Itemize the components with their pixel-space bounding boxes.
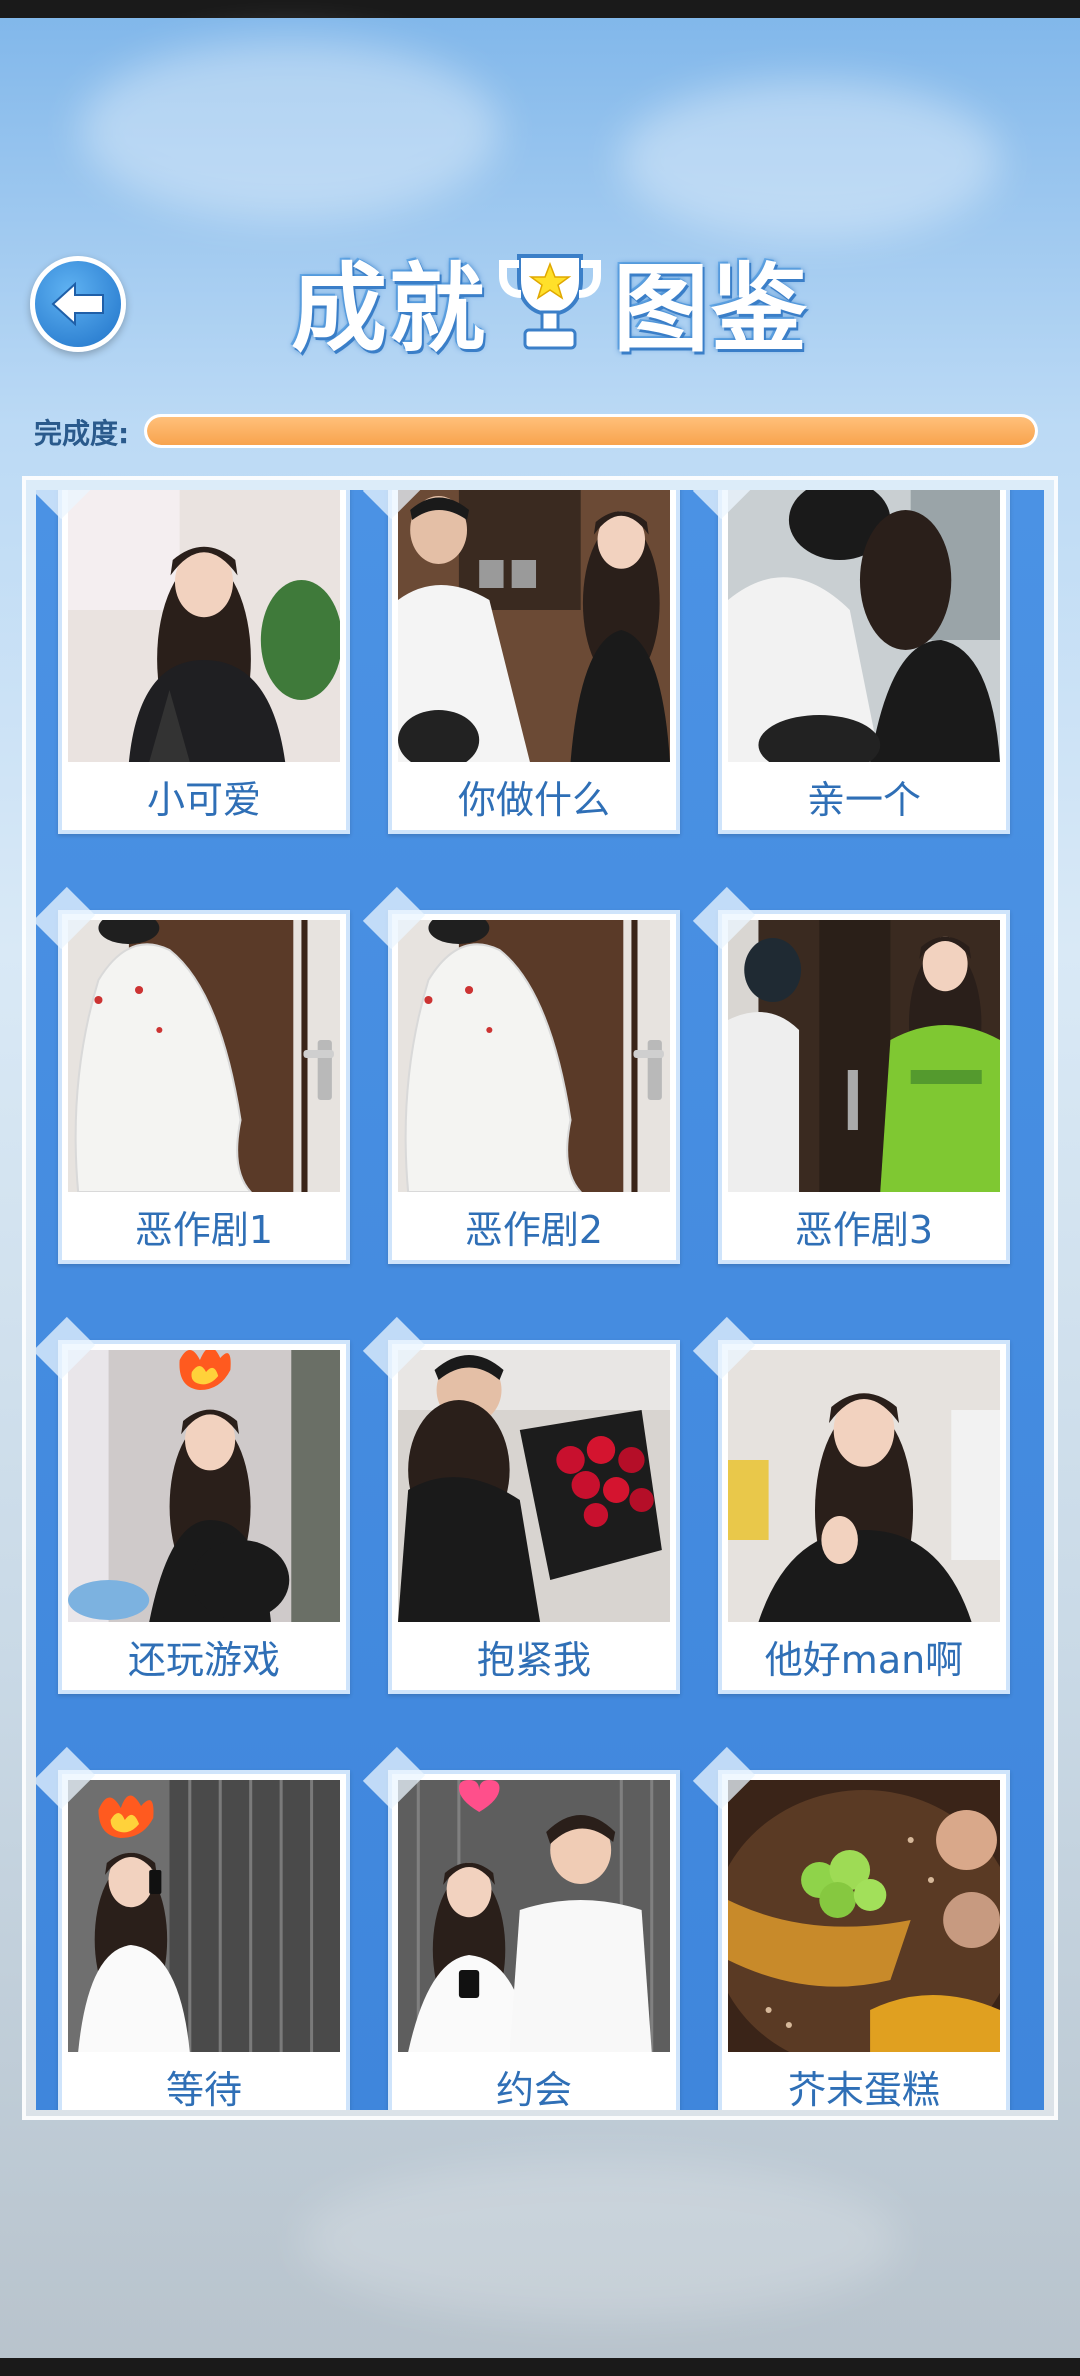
achievement-label: 亲一个 xyxy=(728,766,1000,826)
page-title: 成就 图鉴 xyxy=(270,240,830,365)
cloud xyxy=(620,80,1000,240)
achievement-card[interactable]: 恶作剧3 xyxy=(692,886,1010,1264)
achievement-image xyxy=(398,1780,670,2052)
achievement-label: 恶作剧3 xyxy=(728,1196,1000,1256)
status-strip xyxy=(0,0,1080,18)
achievement-card[interactable]: 还玩游戏 xyxy=(36,1316,350,1694)
achievement-card[interactable]: 小可爱 xyxy=(36,490,350,834)
achievement-card[interactable]: 你做什么 xyxy=(362,490,680,834)
achievement-card[interactable]: 抱紧我 xyxy=(362,1316,680,1694)
title-right: 图鉴 xyxy=(613,252,809,365)
achievement-card[interactable]: 约会 xyxy=(362,1746,680,2110)
cloud xyxy=(80,40,500,220)
achievement-image xyxy=(728,920,1000,1192)
achievement-image xyxy=(68,1780,340,2052)
achievement-label: 小可爱 xyxy=(68,766,340,826)
achievement-label: 恶作剧1 xyxy=(68,1196,340,1256)
achievement-image xyxy=(398,1350,670,1622)
achievement-label: 恶作剧2 xyxy=(398,1196,670,1256)
back-button[interactable] xyxy=(30,256,126,352)
achievement-image xyxy=(68,490,340,762)
achievement-image xyxy=(398,490,670,762)
achievement-image xyxy=(68,920,340,1192)
achievement-card[interactable]: 亲一个 xyxy=(692,490,1010,834)
achievement-image xyxy=(728,1780,1000,2052)
arrow-left-icon xyxy=(51,281,104,327)
progress-fill xyxy=(147,417,1035,445)
achievement-label: 你做什么 xyxy=(398,766,670,826)
achievement-card[interactable]: 恶作剧1 xyxy=(36,886,350,1264)
achievement-label: 等待 xyxy=(68,2056,340,2110)
title-left: 成就 xyxy=(291,252,487,365)
achievement-image xyxy=(398,920,670,1192)
ground-haze xyxy=(300,2160,900,2320)
achievement-label: 芥末蛋糕 xyxy=(728,2056,1000,2110)
achievement-label: 他好man啊 xyxy=(728,1626,1000,1686)
achievement-card[interactable]: 他好man啊 xyxy=(692,1316,1010,1694)
achievement-card[interactable]: 等待 xyxy=(36,1746,350,2110)
achievement-image xyxy=(728,1350,1000,1622)
achievement-label: 约会 xyxy=(398,2056,670,2110)
progress-bar xyxy=(144,414,1038,448)
progress-label: 完成度: xyxy=(34,417,130,450)
achievement-grid[interactable]: 小可爱 你做什么 亲一个 恶作剧1 恶作剧2 恶作剧3 还玩游戏 抱紧我 他好m… xyxy=(36,490,1044,2110)
nav-strip xyxy=(0,2358,1080,2376)
achievement-card[interactable]: 芥末蛋糕 xyxy=(692,1746,1010,2110)
achievement-label: 还玩游戏 xyxy=(68,1626,340,1686)
achievement-image xyxy=(728,490,1000,762)
achievement-card[interactable]: 恶作剧2 xyxy=(362,886,680,1264)
achievement-image xyxy=(68,1350,340,1622)
achievement-label: 抱紧我 xyxy=(398,1626,670,1686)
trophy-star-icon xyxy=(499,254,601,350)
